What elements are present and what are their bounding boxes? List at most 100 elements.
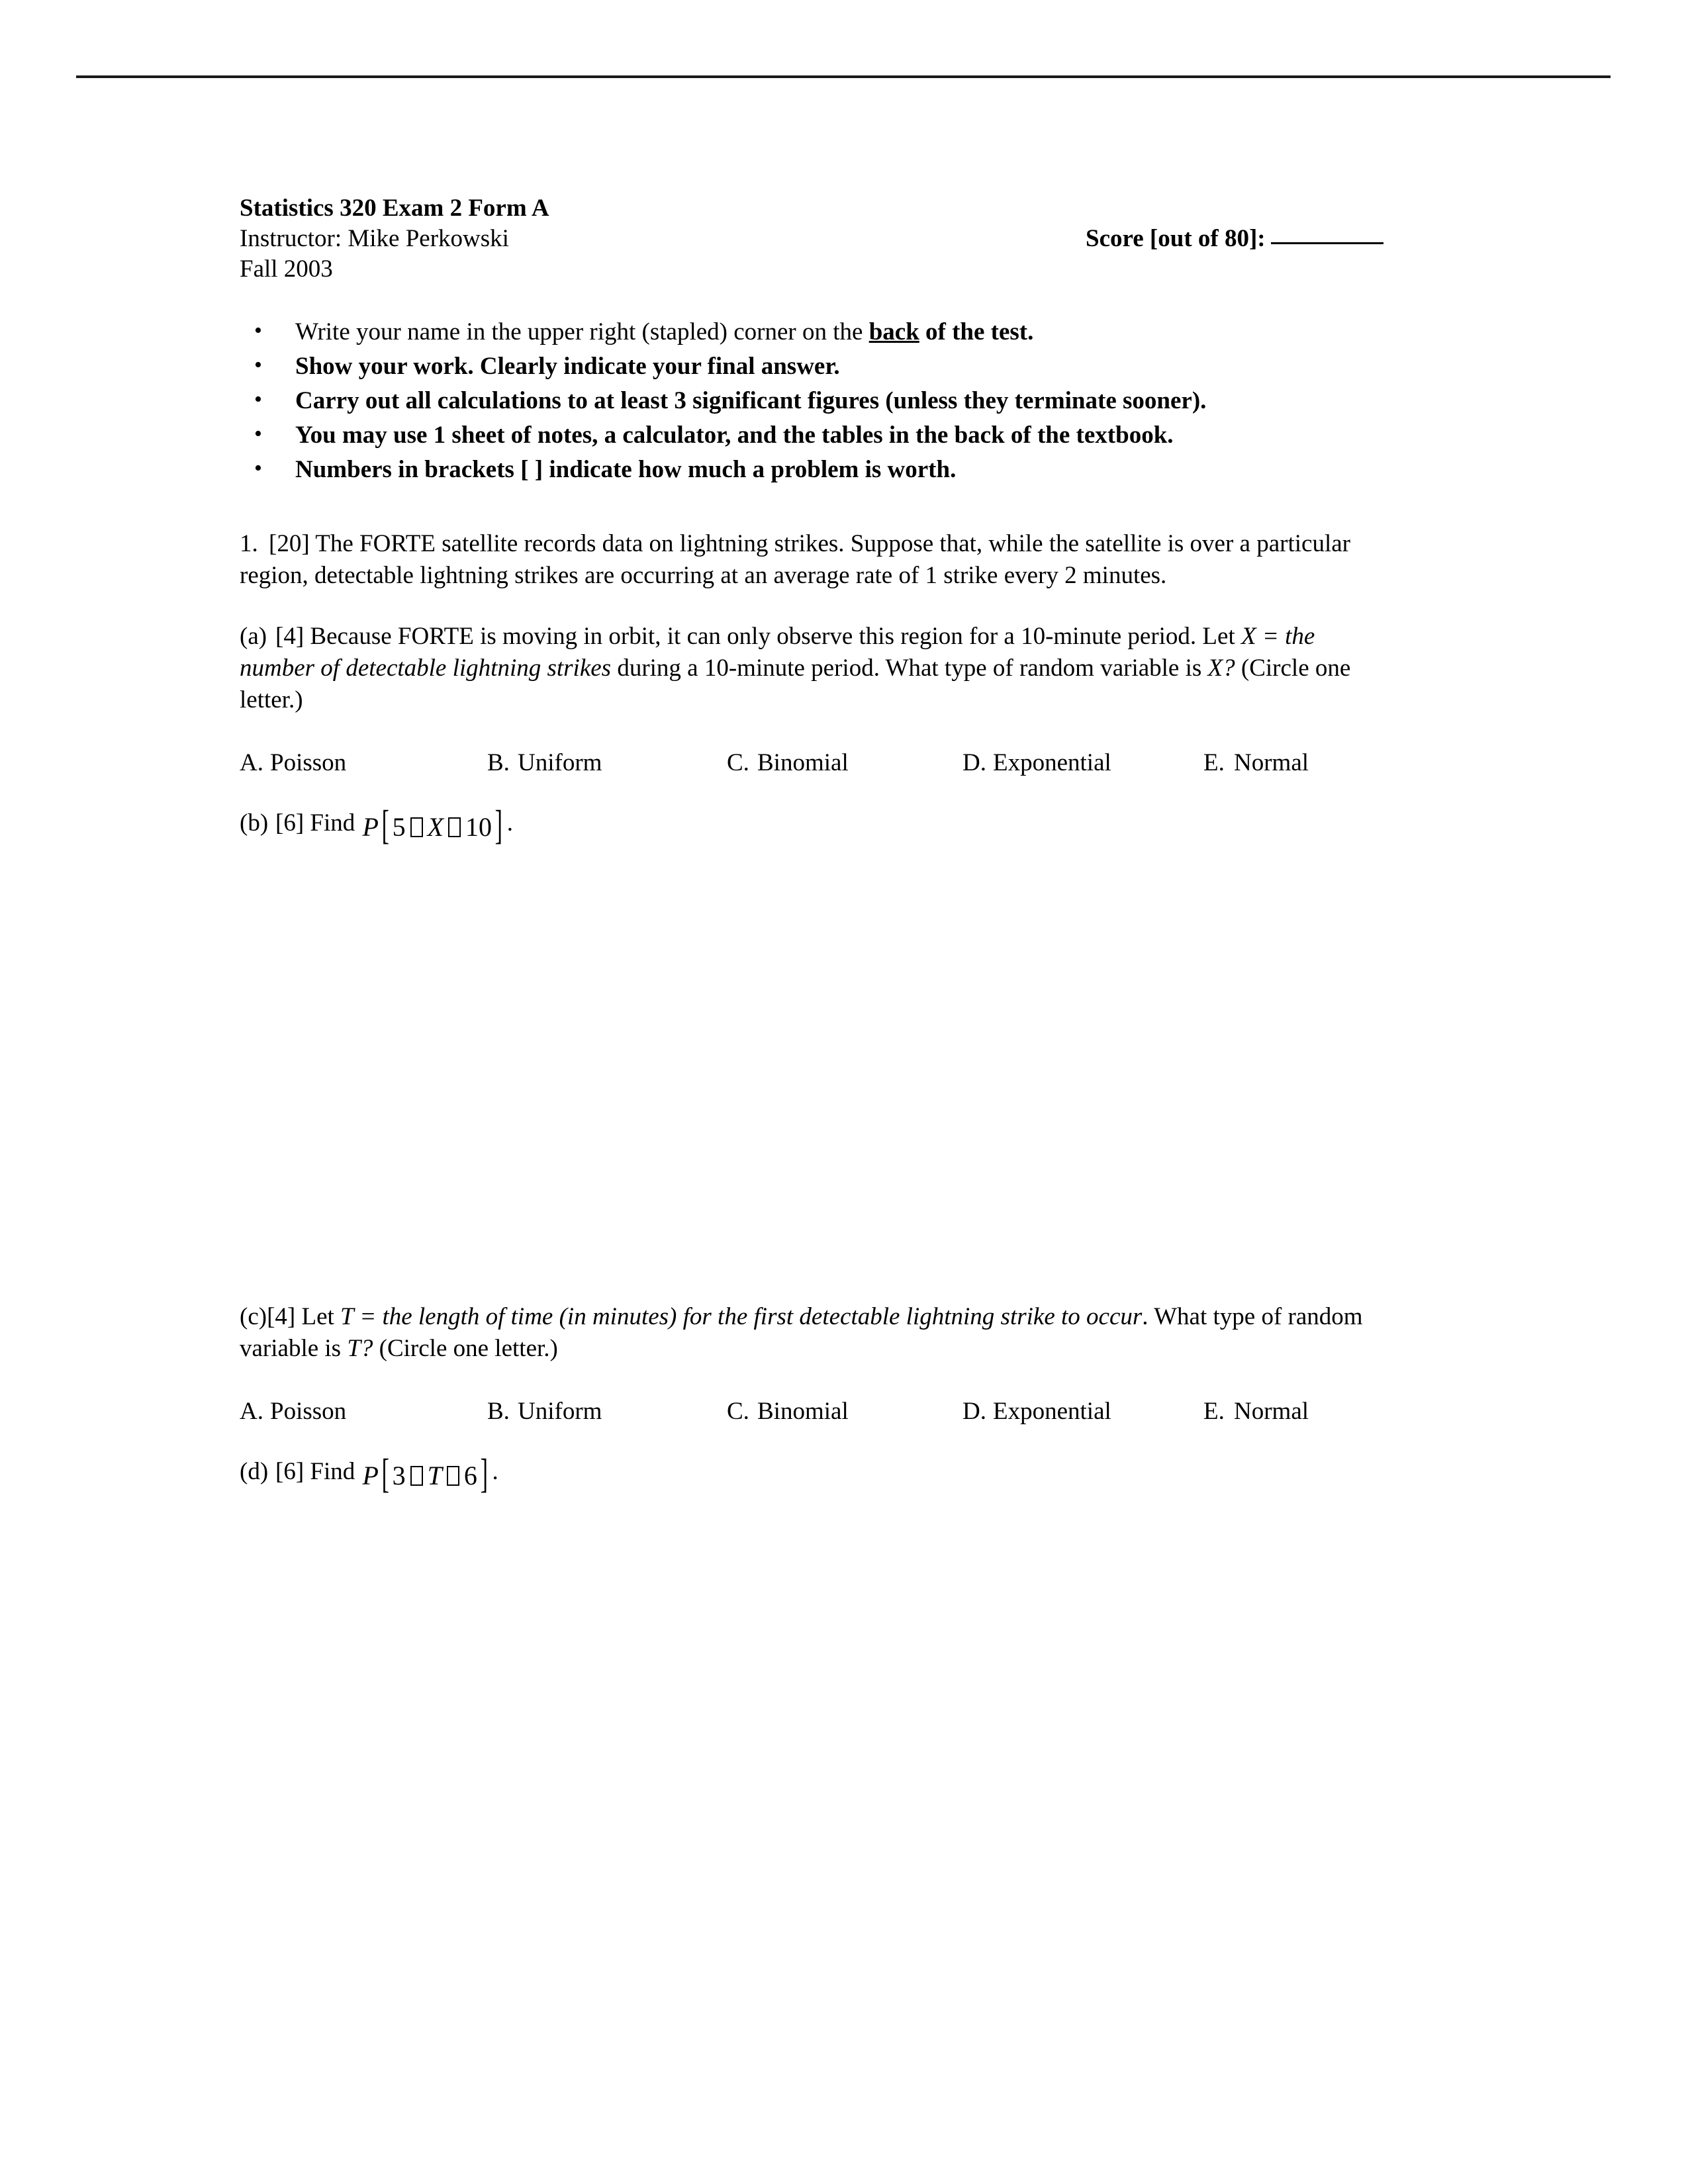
- choice-d-exponential[interactable]: D. Exponential: [962, 744, 1111, 782]
- inequality-glyph-missing: [410, 1466, 423, 1486]
- instruction-item-4: • You may use 1 sheet of notes, a calcul…: [240, 418, 1378, 453]
- instructor-score-row: Instructor: Mike Perkowski Score [out of…: [240, 224, 1383, 254]
- choice-letter: C.: [727, 749, 749, 776]
- score-field: Score [out of 80]:: [1086, 224, 1383, 254]
- instruction-item-1: • Write your name in the upper right (st…: [240, 315, 1378, 349]
- part-a-points: [4]: [275, 623, 305, 650]
- answer-space-b: [240, 844, 1378, 1301]
- part-c-variable: T =: [340, 1303, 383, 1330]
- choice-c-binomial[interactable]: C. Binomial: [727, 744, 849, 782]
- instruction-text-bold-suffix: of the test.: [919, 318, 1034, 345]
- choice-letter: B.: [487, 1398, 510, 1425]
- exam-page: Statistics 320 Exam 2 Form A Instructor:…: [0, 0, 1688, 2184]
- instruction-text-plain: Write your name in the upper right (stap…: [295, 318, 869, 345]
- choices-row-part-c: A. Poisson B. Uniform C. Binomial D. Exponen…: [240, 1392, 1378, 1431]
- question-1-part-d: (d) [6] Find P[3 T 6].: [240, 1451, 1378, 1496]
- inequality-glyph-missing: [448, 817, 461, 837]
- part-c-circle-note: (Circle one letter.): [373, 1335, 558, 1362]
- score-blank-line[interactable]: [1270, 242, 1383, 244]
- question-1-part-c: (c)[4] Let T = the length of time (in mi…: [240, 1301, 1378, 1365]
- choice-label: Uniform: [518, 749, 602, 776]
- instruction-text: You may use 1 sheet of notes, a calculat…: [295, 422, 1174, 449]
- instruction-text: Numbers in brackets [ ] indicate how muc…: [295, 456, 957, 483]
- instruction-item-3: • Carry out all calculations to at least…: [240, 384, 1378, 418]
- choice-a-poisson[interactable]: A. Poisson: [240, 744, 346, 782]
- question-points: [20]: [269, 530, 310, 557]
- probability-expression-d: P[3 T 6]: [362, 1451, 488, 1496]
- part-c-text-1: Let: [301, 1303, 341, 1330]
- upper-bound: 10: [465, 812, 492, 842]
- question-number: 1.: [240, 530, 258, 557]
- instructor-line: Instructor: Mike Perkowski: [240, 225, 509, 252]
- question-1-stem: 1. [20] The FORTE satellite records data …: [240, 528, 1378, 592]
- random-variable: X: [427, 812, 444, 842]
- answer-space-d: [240, 1493, 1378, 1606]
- instruction-text-emphasis: back: [868, 318, 919, 345]
- choice-a-poisson[interactable]: A. Poisson: [240, 1392, 346, 1431]
- term-line: Fall 2003: [240, 255, 333, 283]
- part-label-b: (b): [240, 809, 269, 837]
- question-stem-text: The FORTE satellite records data on ligh…: [240, 530, 1350, 589]
- part-d-verb: Find: [310, 1458, 355, 1485]
- part-b-verb: Find: [310, 809, 355, 837]
- random-variable: T: [427, 1461, 442, 1490]
- instruction-text: Show your work. Clearly indicate your fi…: [295, 353, 840, 380]
- choice-label: Exponential: [993, 1398, 1111, 1425]
- bullet-icon: •: [254, 456, 262, 480]
- bullet-icon: •: [254, 318, 262, 343]
- bullet-icon: •: [254, 422, 262, 446]
- instructions-list: • Write your name in the upper right (st…: [240, 315, 1378, 487]
- choice-e-normal[interactable]: E. Normal: [1203, 744, 1309, 782]
- part-a-text-1: Because FORTE is moving in orbit, it can…: [310, 623, 1241, 650]
- bullet-icon: •: [254, 353, 262, 377]
- question-1-part-a: (a) [4] Because FORTE is moving in orbit,…: [240, 621, 1378, 716]
- choice-letter: C.: [727, 1398, 749, 1425]
- part-a-text-2: during a 10-minute period. What type of …: [611, 655, 1208, 682]
- part-d-period: .: [492, 1458, 498, 1485]
- header-divider-rule: [76, 75, 1611, 78]
- choice-e-normal[interactable]: E. Normal: [1203, 1392, 1309, 1431]
- choice-letter: E.: [1203, 749, 1225, 776]
- part-label-a: (a): [240, 623, 267, 650]
- choice-c-binomial[interactable]: C. Binomial: [727, 1392, 849, 1431]
- instruction-text: Carry out all calculations to at least 3…: [295, 387, 1207, 414]
- probability-function: P: [362, 1461, 379, 1490]
- instruction-item-5: • Numbers in brackets [ ] indicate how m…: [240, 453, 1378, 487]
- instruction-item-2: • Show your work. Clearly indicate your …: [240, 349, 1378, 384]
- choice-label: Poisson: [270, 1398, 347, 1425]
- lower-bound: 5: [392, 812, 406, 842]
- part-c-variable-question: T?: [347, 1335, 373, 1362]
- part-label-d: (d): [240, 1458, 269, 1485]
- choice-label: Binomial: [757, 749, 849, 776]
- upper-bound: 6: [463, 1461, 477, 1490]
- inequality-glyph-missing: [446, 1466, 459, 1486]
- choice-label: Uniform: [518, 1398, 602, 1425]
- bullet-icon: •: [254, 387, 262, 412]
- choice-label: Normal: [1234, 1398, 1309, 1425]
- choice-label: Poisson: [270, 749, 347, 776]
- choice-letter: D.: [962, 1398, 986, 1425]
- choice-letter: A.: [240, 749, 263, 776]
- choice-label: Normal: [1234, 749, 1309, 776]
- choice-d-exponential[interactable]: D. Exponential: [962, 1392, 1111, 1431]
- part-d-points: [6]: [275, 1458, 305, 1485]
- choice-letter: B.: [487, 749, 510, 776]
- score-label: Score [out of 80]:: [1086, 225, 1266, 252]
- document-content: Statistics 320 Exam 2 Form A Instructor:…: [240, 193, 1383, 1606]
- probability-function: P: [362, 812, 379, 842]
- part-c-points: [4]: [267, 1303, 296, 1330]
- part-b-points: [6]: [275, 809, 305, 837]
- choice-b-uniform[interactable]: B. Uniform: [487, 1392, 602, 1431]
- exam-title: Statistics 320 Exam 2 Form A: [240, 195, 549, 222]
- part-b-period: .: [506, 809, 513, 837]
- part-a-variable: X =: [1241, 623, 1279, 650]
- part-label-c: (c): [240, 1303, 267, 1330]
- choice-letter: A.: [240, 1398, 263, 1425]
- inequality-glyph-missing: [410, 817, 423, 837]
- choice-b-uniform[interactable]: B. Uniform: [487, 744, 602, 782]
- choice-letter: D.: [962, 749, 986, 776]
- part-c-definition: the length of time (in minutes) for the …: [382, 1303, 1143, 1330]
- choice-letter: E.: [1203, 1398, 1225, 1425]
- choices-row-part-a: A. Poisson B. Uniform C. Binomial D. Exponen…: [240, 744, 1378, 782]
- choice-label: Exponential: [993, 749, 1111, 776]
